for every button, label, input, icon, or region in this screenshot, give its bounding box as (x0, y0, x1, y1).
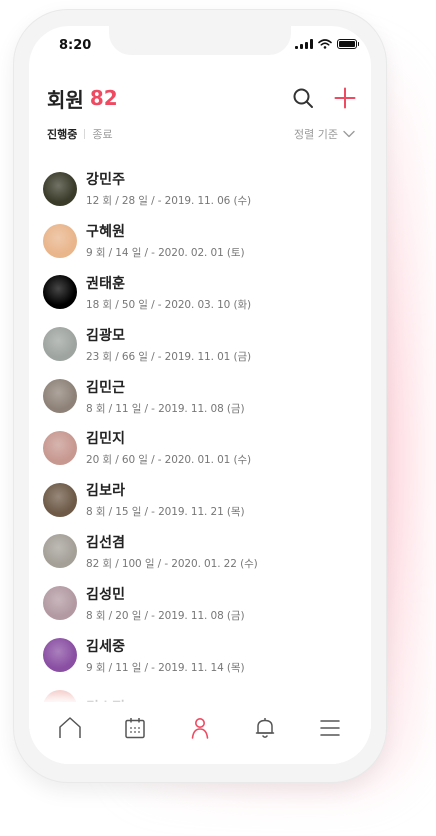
home-icon (58, 717, 81, 738)
tab-notifications[interactable] (251, 714, 279, 742)
person-icon (191, 718, 209, 739)
search-icon (293, 88, 313, 108)
member-session-info: 8 회 / 11 일 / - 2019. 11. 08 (금) (86, 402, 245, 415)
member-name: 구혜원 (86, 224, 126, 241)
member-name: 권태훈 (86, 275, 126, 292)
tab-divider (84, 129, 86, 139)
member-name: 김광모 (86, 327, 126, 344)
battery-icon (337, 39, 359, 49)
tab-members[interactable] (186, 714, 214, 742)
member-row[interactable]: 구혜원 9 회 / 14 일 / - 2020. 02. 01 (토) (43, 215, 371, 267)
avatar (43, 275, 77, 310)
member-row[interactable]: 권태훈 18 회 / 50 일 / - 2020. 03. 10 (화) (43, 267, 371, 319)
member-name: 김세중 (86, 638, 126, 655)
menu-icon (320, 720, 341, 736)
member-list: 강민주 12 회 / 28 일 / - 2019. 11. 06 (수) 구혜원 9 … (43, 163, 371, 733)
member-count: 82 (89, 86, 118, 110)
member-row[interactable]: 김민근 8 회 / 11 일 / - 2019. 11. 08 (금) (43, 370, 371, 422)
search-button[interactable] (291, 86, 315, 110)
member-session-info: 9 회 / 14 일 / - 2020. 02. 01 (토) (86, 247, 245, 260)
bell-icon (255, 718, 275, 738)
member-name: 김성민 (86, 586, 126, 603)
tab-calendar[interactable] (121, 714, 149, 742)
member-row[interactable]: 강민주 12 회 / 28 일 / - 2019. 11. 06 (수) (43, 163, 371, 215)
avatar (43, 327, 77, 362)
bottom-tab-bar (29, 702, 371, 764)
tab-home[interactable] (56, 714, 84, 742)
member-name: 김보라 (86, 483, 126, 500)
avatar (43, 379, 77, 414)
avatar (43, 430, 77, 465)
member-session-info: 12 회 / 28 일 / - 2019. 11. 06 (수) (86, 195, 252, 208)
member-row[interactable]: 김성민 8 회 / 20 일 / - 2019. 11. 08 (금) (43, 577, 371, 629)
member-row[interactable]: 김세중 9 회 / 11 일 / - 2019. 11. 14 (목) (43, 629, 371, 681)
status-icons (295, 39, 359, 49)
avatar (43, 171, 77, 206)
member-session-info: 8 회 / 15 일 / - 2019. 11. 21 (목) (86, 506, 245, 519)
sort-dropdown[interactable]: 정렬 기준 (294, 126, 355, 142)
avatar (43, 223, 77, 258)
chevron-down-icon (343, 130, 355, 138)
avatar (43, 638, 77, 673)
avatar (43, 482, 77, 517)
wifi-icon (318, 39, 332, 49)
plus-icon (334, 87, 356, 109)
member-session-info: 20 회 / 60 일 / - 2020. 01. 01 (수) (86, 454, 252, 467)
member-row[interactable]: 김보라 8 회 / 15 일 / - 2019. 11. 21 (목) (43, 474, 371, 526)
member-name: 강민주 (86, 172, 126, 189)
tab-menu[interactable] (316, 714, 344, 742)
member-name: 김민근 (86, 379, 126, 396)
page-header: 회원 82 (47, 82, 357, 114)
avatar (43, 586, 77, 621)
sort-label: 정렬 기준 (294, 128, 338, 141)
member-name: 김선겸 (86, 534, 126, 551)
member-name: 김민지 (86, 431, 126, 448)
tab-ended[interactable]: 종료 (92, 126, 112, 142)
member-session-info: 18 회 / 50 일 / - 2020. 03. 10 (화) (86, 298, 252, 311)
member-session-info: 8 회 / 20 일 / - 2019. 11. 08 (금) (86, 609, 245, 622)
page-title: 회원 (47, 87, 84, 112)
notch (109, 26, 291, 55)
member-row[interactable]: 김선겸 82 회 / 100 일 / - 2020. 01. 22 (수) (43, 526, 371, 578)
calendar-icon (125, 718, 145, 739)
signal-icon (295, 39, 313, 49)
member-session-info: 82 회 / 100 일 / - 2020. 01. 22 (수) (86, 557, 258, 570)
app-screen: 8:20 회원 82 진행중 종료 정렬 기준 강민주 12 회 / 28 일 … (29, 26, 371, 764)
status-time: 8:20 (59, 38, 92, 53)
member-row[interactable]: 김광모 23 회 / 66 일 / - 2019. 11. 01 (금) (43, 318, 371, 370)
tab-in-progress[interactable]: 진행중 (47, 126, 77, 142)
filter-bar: 진행중 종료 정렬 기준 (47, 126, 355, 142)
member-row[interactable]: 김민지 20 회 / 60 일 / - 2020. 01. 01 (수) (43, 422, 371, 474)
member-session-info: 9 회 / 11 일 / - 2019. 11. 14 (목) (86, 661, 245, 674)
avatar (43, 534, 77, 569)
add-member-button[interactable] (333, 86, 357, 110)
member-session-info: 23 회 / 66 일 / - 2019. 11. 01 (금) (86, 350, 252, 363)
